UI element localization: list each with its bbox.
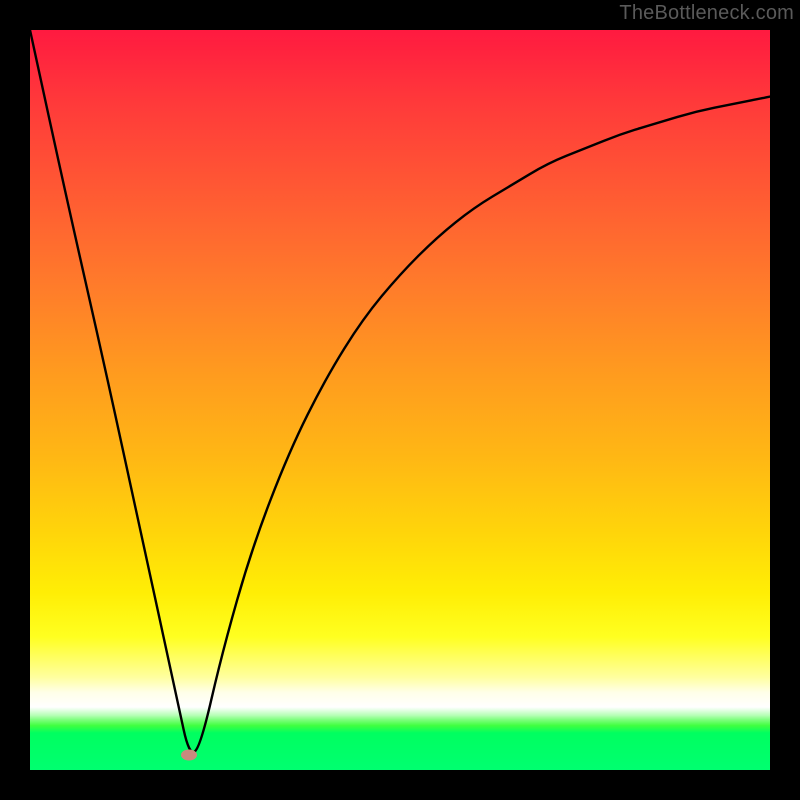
curve-svg [30,30,770,770]
plot-area [30,30,770,770]
bottleneck-marker [181,750,197,761]
watermark-text: TheBottleneck.com [619,2,794,25]
bottleneck-curve-path [30,30,770,752]
chart-frame: TheBottleneck.com [0,0,800,800]
